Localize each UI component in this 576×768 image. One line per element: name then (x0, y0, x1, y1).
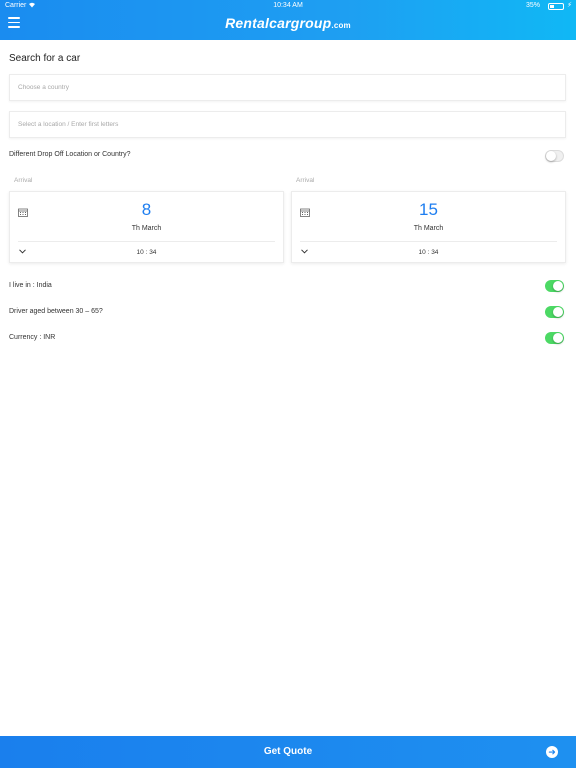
drop-off-label: Different Drop Off Location or Country? (9, 151, 131, 158)
get-quote-button[interactable]: Get Quote ➜ (0, 736, 576, 768)
country-field-container (9, 74, 566, 101)
page-title: Search for a car (9, 53, 81, 64)
battery-icon (548, 3, 564, 10)
toggle-knob (553, 307, 563, 317)
app-logo: Rentalcargroup.com (0, 15, 576, 31)
logo-suffix: .com (331, 21, 351, 30)
dropoff-day: 15 (419, 200, 438, 219)
pickup-month: Th March (131, 225, 162, 232)
driver-age-label: Driver aged between 30 – 65? (9, 308, 103, 315)
charging-icon: ⚡ (567, 2, 572, 9)
residence-label: I live in : India (9, 282, 52, 289)
logo-main: Rentalcargroup (225, 15, 332, 31)
location-field-container (9, 111, 566, 138)
toggle-knob (553, 333, 563, 343)
battery-fill (550, 5, 555, 8)
dropoff-time[interactable]: 10 : 34 (292, 249, 565, 256)
battery-percent: 35% (525, 2, 540, 9)
pickup-time[interactable]: 10 : 34 (10, 249, 283, 256)
pickup-day: 8 (141, 200, 152, 219)
dropoff-date-label: Arrival (296, 177, 315, 184)
dropoff-date-card[interactable]: 15 Th March 10 : 34 (291, 191, 566, 263)
pickup-date-label: Arrival (14, 177, 33, 184)
pickup-date-card[interactable]: 8 Th March 10 : 34 (9, 191, 284, 263)
toggle-knob (546, 151, 556, 161)
status-time: 10:34 AM (273, 2, 303, 9)
currency-label: Currency : INR (9, 334, 56, 341)
get-quote-label: Get Quote (263, 746, 313, 757)
toggle-knob (553, 281, 563, 291)
dropoff-month: Th March (413, 225, 444, 232)
card-divider (300, 241, 557, 242)
status-bar: Carrier 10:34 AM 35% ⚡ (0, 0, 576, 12)
residence-toggle[interactable] (545, 280, 564, 292)
driver-age-toggle[interactable] (545, 306, 564, 318)
drop-off-toggle[interactable] (545, 150, 564, 162)
currency-toggle[interactable] (545, 332, 564, 344)
app-header: Carrier 10:34 AM 35% ⚡ Rentalcargroup.co… (0, 0, 576, 40)
arrow-right-icon: ➜ (546, 746, 558, 758)
card-divider (18, 241, 275, 242)
location-input[interactable] (10, 112, 565, 137)
country-input[interactable] (10, 75, 565, 100)
